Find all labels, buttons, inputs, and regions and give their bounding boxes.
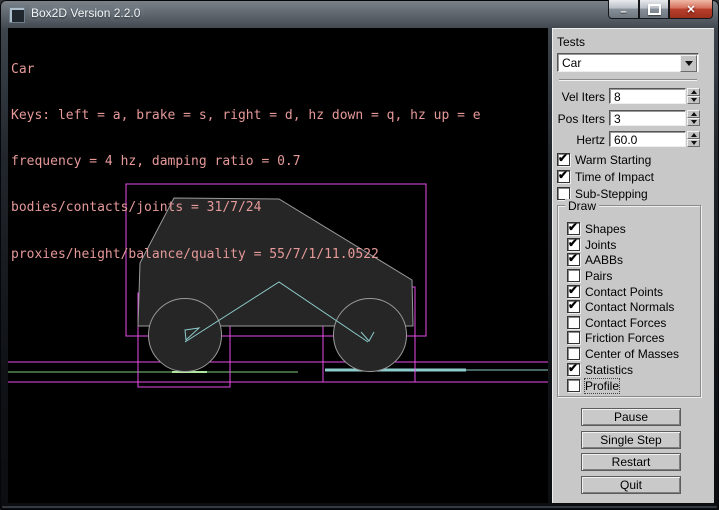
checkbox-label: Center of Masses: [585, 347, 679, 361]
arrow-up-icon: [691, 133, 697, 137]
hertz-up-button[interactable]: [687, 131, 700, 139]
pos-iters-stepper: [687, 110, 700, 126]
tests-dropdown-button[interactable]: [680, 55, 697, 72]
minimize-button[interactable]: –: [608, 0, 639, 19]
debug-text-overlay: Car Keys: left = a, brake = s, right = d…: [11, 31, 481, 293]
checkbox-box[interactable]: ✔: [567, 285, 580, 298]
quit-button[interactable]: Quit: [581, 476, 681, 494]
draw-group-title: Draw: [565, 199, 599, 213]
check-icon: ✔: [558, 151, 568, 165]
arrow-down-icon: [691, 141, 697, 145]
separator: [559, 79, 697, 81]
vel-iters-stepper: [687, 88, 700, 104]
hertz-down-button[interactable]: [687, 139, 700, 147]
checkbox-label: Contact Points: [585, 285, 663, 299]
minimize-icon: –: [620, 7, 626, 17]
checkbox-label: Friction Forces: [585, 331, 664, 345]
checkbox-box[interactable]: ✔: [567, 347, 580, 360]
vel-iters-down-button[interactable]: [687, 96, 700, 104]
arrow-up-icon: [691, 90, 697, 94]
arrow-down-icon: [691, 98, 697, 102]
checkbox-box[interactable]: ✔: [567, 363, 580, 376]
close-icon: ✕: [686, 3, 695, 16]
arrow-up-icon: [691, 112, 697, 116]
bodies-stats-text: bodies/contacts/joints = 31/7/24: [11, 200, 481, 215]
test-name-text: Car: [11, 62, 481, 77]
window-controls: – ✕: [608, 0, 713, 19]
rear-wheel: [334, 299, 407, 372]
tests-label: Tests: [557, 35, 585, 49]
tests-dropdown-value: Car: [562, 56, 581, 70]
restart-button[interactable]: Restart: [581, 453, 681, 471]
checkbox-label: Time of Impact: [575, 170, 654, 184]
check-icon: ✔: [568, 251, 578, 265]
hertz-input[interactable]: 60.0: [609, 131, 686, 147]
checkbox-label: Warm Starting: [575, 153, 651, 167]
checkbox-box[interactable]: ✔: [567, 300, 580, 313]
maximize-icon: [648, 4, 661, 15]
checkbox-label: Pairs: [585, 269, 612, 283]
pos-iters-up-button[interactable]: [687, 110, 700, 118]
checkbox-box[interactable]: ✔: [567, 222, 580, 235]
tests-dropdown[interactable]: Car: [557, 53, 699, 72]
keys-help-text: Keys: left = a, brake = s, right = d, hz…: [11, 108, 481, 123]
arrow-down-icon: [691, 120, 697, 124]
title-bar[interactable]: Box2D Version 2.2.0 – ✕: [0, 0, 719, 28]
checkbox-label: Contact Normals: [585, 300, 674, 314]
chevron-down-icon: [685, 61, 693, 66]
pos-iters-input[interactable]: 3: [609, 110, 686, 126]
checkbox-box[interactable]: ✔: [557, 170, 570, 183]
frequency-text: frequency = 4 hz, damping ratio = 0.7: [11, 154, 481, 169]
control-panel: Tests Car Vel Iters 8 Pos Iters 3 Hertz: [552, 28, 714, 503]
check-icon: ✔: [568, 236, 578, 250]
window-title: Box2D Version 2.2.0: [31, 6, 140, 20]
vel-iters-input[interactable]: 8: [609, 88, 686, 104]
checkbox-box[interactable]: ✔: [567, 331, 580, 344]
vel-iters-label: Vel Iters: [553, 90, 605, 104]
pos-iters-label: Pos Iters: [553, 112, 605, 126]
checkbox-box[interactable]: ✔: [567, 253, 580, 266]
checkbox-label: Profile: [585, 379, 619, 393]
maximize-button[interactable]: [639, 0, 669, 19]
simulation-canvas[interactable]: Car Keys: left = a, brake = s, right = d…: [8, 28, 548, 503]
app-icon: [9, 7, 25, 23]
single-step-button[interactable]: Single Step: [581, 431, 681, 449]
hertz-stepper: [687, 131, 700, 147]
hertz-label: Hertz: [553, 133, 605, 147]
checkbox-box[interactable]: ✔: [567, 269, 580, 282]
check-icon: ✔: [558, 168, 568, 182]
check-icon: ✔: [568, 283, 578, 297]
vel-iters-up-button[interactable]: [687, 88, 700, 96]
checkbox-box[interactable]: ✔: [557, 153, 570, 166]
pause-button[interactable]: Pause: [581, 408, 681, 426]
checkbox-label: Statistics: [585, 363, 633, 377]
proxies-stats-text: proxies/height/balance/quality = 55/7/1/…: [11, 247, 481, 262]
checkbox-label: Shapes: [585, 222, 626, 236]
check-icon: ✔: [568, 220, 578, 234]
checkbox-box[interactable]: ✔: [567, 379, 580, 392]
check-icon: ✔: [568, 298, 578, 312]
box2d-window: Box2D Version 2.2.0 – ✕: [0, 0, 719, 510]
check-icon: ✔: [568, 361, 578, 375]
checkbox-label: Joints: [585, 238, 616, 252]
pos-iters-down-button[interactable]: [687, 118, 700, 126]
checkbox-label: Contact Forces: [585, 316, 666, 330]
checkbox-box[interactable]: ✔: [567, 238, 580, 251]
checkbox-label: AABBs: [585, 253, 623, 267]
close-button[interactable]: ✕: [669, 0, 713, 19]
checkbox-box[interactable]: ✔: [567, 316, 580, 329]
